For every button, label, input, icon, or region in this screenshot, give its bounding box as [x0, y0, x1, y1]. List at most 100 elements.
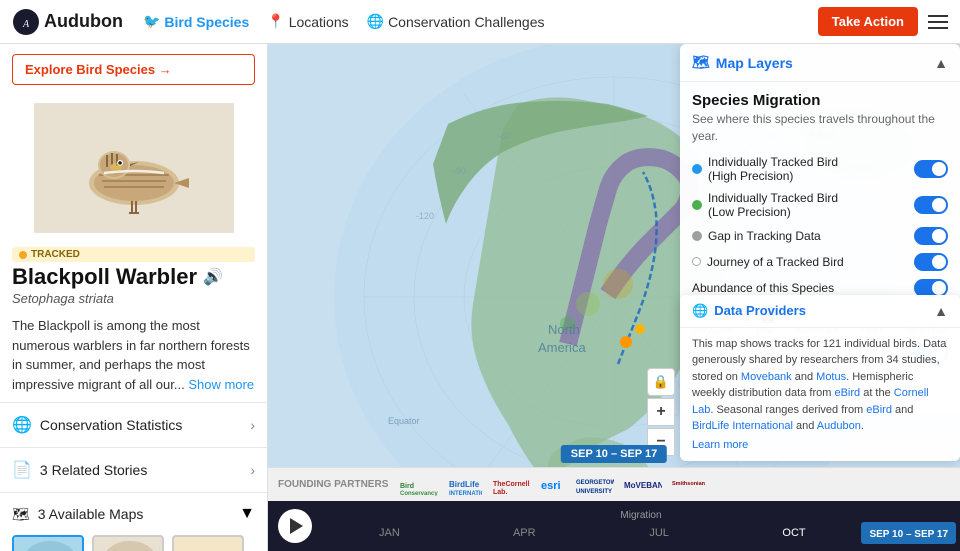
sidebar: Explore Bird Species → [0, 44, 268, 551]
lock-button[interactable]: 🔒 [647, 368, 675, 396]
ebird2-link[interactable]: eBird [866, 404, 892, 416]
hamburger-menu[interactable] [928, 15, 948, 29]
play-icon [290, 518, 303, 534]
map-thumb-conservation[interactable]: Conservation Challenges [172, 535, 244, 551]
panel-header: 🗺 Map Layers ▲ [680, 44, 960, 82]
dp-collapse-button[interactable]: ▲ [934, 303, 948, 319]
map-thumb-species-migration[interactable]: Species Migration [12, 535, 84, 551]
bird-image-container [0, 95, 267, 241]
map-thumb-img-conservation [172, 535, 244, 551]
bird-scientific-name: Setophaga striata [12, 291, 255, 306]
panel-title: Species Migration [692, 92, 948, 109]
sound-icon[interactable]: 🔊 [203, 267, 223, 287]
birdlife-link[interactable]: BirdLife International [692, 420, 793, 432]
maps-thumbnails: Species Migration Species Connections [0, 535, 267, 551]
ebird-link[interactable]: eBird [834, 387, 860, 399]
partner-bird-conservancy: BirdConservancy [398, 472, 438, 498]
zoom-in-button[interactable]: + [647, 398, 675, 426]
map-layers-icon: 🗺 [692, 54, 710, 71]
related-stories-item[interactable]: 📄 3 Related Stories › [0, 447, 267, 492]
svg-text:TheCornell: TheCornell [493, 481, 530, 488]
nav-bird-species[interactable]: 🐦 Bird Species [143, 13, 249, 30]
movebank-link[interactable]: Movebank [741, 371, 792, 383]
play-button[interactable] [278, 509, 312, 543]
panel-header-label: Map Layers [716, 55, 793, 71]
logo: A Audubon [12, 8, 123, 36]
month-jan: JAN [322, 527, 457, 539]
nav-conservation[interactable]: 🌐 Conservation Challenges [367, 13, 545, 30]
panel-header-left: 🗺 Map Layers [692, 54, 793, 71]
svg-text:North: North [548, 322, 580, 337]
motus-link[interactable]: Motus [816, 371, 846, 383]
toggle-high-precision[interactable] [914, 160, 948, 178]
toggle-low-precision[interactable] [914, 196, 948, 214]
audubon-link[interactable]: Audubon [817, 420, 861, 432]
timeline-date-badge: SEP 10 – SEP 17 [561, 445, 667, 463]
svg-text:BirdLife: BirdLife [449, 480, 480, 489]
month-jul: JUL [592, 527, 727, 539]
svg-text:INTERNATIONAL: INTERNATIONAL [449, 491, 482, 496]
bird-image [34, 103, 234, 233]
explore-bird-species-button[interactable]: Explore Bird Species → [12, 54, 255, 85]
tracked-badge: TRACKED [12, 247, 255, 262]
partners-bar: FOUNDING PARTNERS BirdConservancy BirdLi… [268, 467, 960, 501]
layer-dot-gap [692, 231, 702, 241]
panel-collapse-button[interactable]: ▲ [934, 55, 948, 71]
logo-text: Audubon [44, 11, 123, 32]
main-content: Explore Bird Species → [0, 44, 960, 551]
svg-text:-90: -90 [453, 166, 466, 176]
bird-common-name: Blackpoll Warbler 🔊 [12, 264, 255, 290]
dp-header-label: Data Providers [714, 303, 806, 318]
svg-text:Conservancy: Conservancy [400, 491, 438, 496]
toggle-gap[interactable] [914, 227, 948, 245]
toggle-abundance[interactable] [914, 279, 948, 297]
migration-label: Migration [620, 510, 661, 521]
data-providers-panel: 🌐 Data Providers ▲ This map shows tracks… [680, 295, 960, 462]
learn-more-link[interactable]: Learn more [692, 437, 948, 454]
svg-text:-120: -120 [416, 211, 434, 221]
cornell-lab-link[interactable]: Cornell Lab [692, 387, 929, 416]
svg-text:Bird: Bird [400, 483, 414, 490]
layer-item-abundance: Abundance of this Species [692, 279, 948, 297]
svg-text:Equator: Equator [388, 416, 420, 426]
conservation-stat-icon: 🌐 [12, 415, 32, 435]
layer-dot-low [692, 200, 702, 210]
panel-subtitle: See where this species travels throughou… [692, 111, 948, 145]
layer-dot-journey [692, 257, 701, 266]
partner-logos: BirdConservancy BirdLife INTERNATIONAL Th… [398, 472, 710, 498]
partner-cornell: TheCornellLab. [490, 472, 530, 498]
toggle-journey[interactable] [914, 253, 948, 271]
stories-icon: 📄 [12, 460, 32, 480]
map-controls: 🔒 + − [647, 368, 675, 456]
dp-text: This map shows tracks for 121 individual… [692, 336, 948, 454]
timeline-track[interactable]: Migration JAN APR JUL OCT SEP 10 – SEP 1… [322, 508, 960, 544]
map-thumb-img-migration [12, 535, 84, 551]
svg-text:Lab.: Lab. [493, 489, 507, 496]
conservation-icon: 🌐 [367, 13, 384, 30]
partner-esri: esri [538, 472, 566, 498]
layer-dot-high [692, 164, 702, 174]
svg-text:UNIVERSITY: UNIVERSITY [576, 489, 612, 495]
month-oct: OCT [727, 527, 862, 539]
map-area: Asia Europe North America South America … [268, 44, 960, 551]
take-action-button[interactable]: Take Action [818, 7, 918, 36]
maps-icon: 🗺 [12, 506, 30, 523]
conservation-statistics-item[interactable]: 🌐 Conservation Statistics › [0, 402, 267, 447]
layer-item-gap: Gap in Tracking Data [692, 227, 948, 245]
maps-chevron: ▼ [239, 505, 255, 523]
svg-text:Smithsonian: Smithsonian [672, 481, 706, 487]
layer-item-journey: Journey of a Tracked Bird [692, 253, 948, 271]
maps-section-header[interactable]: 🗺 3 Available Maps ▼ [0, 493, 267, 535]
svg-text:esri: esri [541, 480, 561, 492]
dp-icon: 🌐 [692, 303, 708, 319]
conservation-chevron: › [250, 417, 255, 433]
show-more-link[interactable]: Show more [188, 377, 254, 392]
svg-text:A: A [22, 19, 30, 30]
svg-text:GEORGETOWN: GEORGETOWN [576, 480, 614, 486]
locations-icon: 📍 [267, 13, 284, 30]
layer-item-low-precision: Individually Tracked Bird(Low Precision) [692, 191, 948, 219]
nav-locations[interactable]: 📍 Locations [267, 13, 348, 30]
map-thumb-species-connections[interactable]: Species Connections [92, 535, 164, 551]
dp-body: This map shows tracks for 121 individual… [680, 328, 960, 462]
bird-species-icon: 🐦 [143, 13, 160, 30]
